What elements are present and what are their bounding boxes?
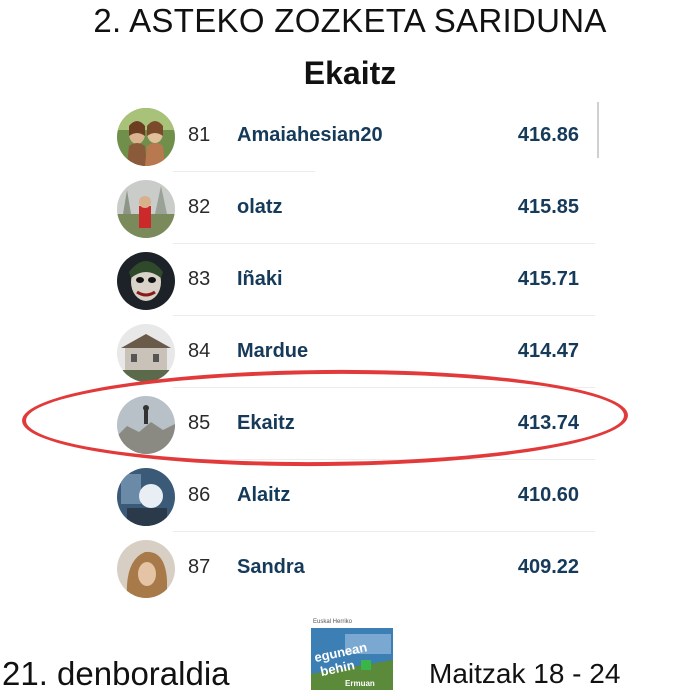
avatar	[117, 108, 175, 166]
avatar	[117, 468, 175, 526]
leaderboard-row[interactable]: 86 Alaitz 410.60	[105, 460, 595, 532]
rank-number: 81	[188, 124, 211, 146]
leaderboard-list: 81 Amaiahesian20 416.86 82 olatz 415.85	[105, 100, 601, 605]
player-name: Alaitz	[237, 484, 291, 506]
avatar	[117, 252, 175, 310]
avatar	[117, 540, 175, 598]
rank-number: 82	[188, 196, 211, 218]
player-score: 415.85	[517, 196, 579, 218]
winner-name: Ekaitz	[303, 55, 397, 91]
rank-number: 84	[188, 340, 211, 362]
player-score: 410.60	[517, 484, 579, 506]
player-score: 414.47	[517, 340, 579, 362]
avatar	[117, 324, 175, 382]
page-title: 2. ASTEKO ZOZKETA SARIDUNA	[93, 2, 607, 39]
leaderboard-row[interactable]: 82 olatz 415.85	[105, 172, 595, 244]
player-name: Sandra	[237, 556, 305, 578]
player-name: Iñaki	[237, 268, 283, 290]
player-name: Amaiahesian20	[237, 124, 383, 146]
leaderboard-row[interactable]: 81 Amaiahesian20 416.86	[105, 100, 595, 172]
rank-number: 87	[188, 556, 211, 578]
player-name: Mardue	[237, 340, 309, 362]
player-score: 415.71	[517, 268, 579, 290]
player-name: olatz	[237, 196, 283, 218]
player-score: 409.22	[517, 556, 579, 578]
rank-number: 83	[188, 268, 211, 290]
date-range: Maitzak 18 - 24	[429, 658, 621, 689]
avatar	[117, 180, 175, 238]
svg-text:Euskal Herriko: Euskal Herriko	[313, 619, 353, 625]
scrollbar[interactable]	[597, 102, 599, 158]
season-label: 21. denboraldia	[2, 655, 230, 692]
svg-text:Ermuan: Ermuan	[345, 679, 375, 688]
player-score: 416.86	[517, 124, 579, 146]
leaderboard-row[interactable]: 83 Iñaki 415.71	[105, 244, 595, 316]
leaderboard-row[interactable]: 87 Sandra 409.22	[105, 532, 595, 604]
rank-number: 86	[188, 484, 211, 506]
egunean-behin-logo: Euskal Herriko egunean behin Ermuan	[305, 614, 393, 694]
